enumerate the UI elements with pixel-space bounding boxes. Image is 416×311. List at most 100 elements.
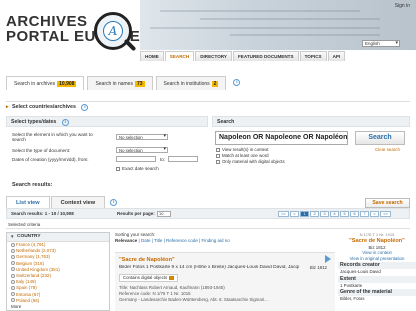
- tab-search-archives[interactable]: Search in archives 10,908: [6, 76, 85, 90]
- facet-header[interactable]: ▼ COUNTRY: [7, 233, 109, 242]
- info-icon[interactable]: i: [233, 79, 241, 86]
- tab-label: Search in names: [95, 80, 133, 87]
- preview-section-value: 1 Postkarte: [340, 282, 363, 288]
- view-original-link[interactable]: View in original presentation: [338, 256, 416, 262]
- results-title: Search results:: [12, 182, 53, 188]
- result-list: Sorting your search: Relevance | Date | …: [115, 232, 335, 311]
- preview-section-value: Jacques-Louis David: [340, 269, 381, 274]
- page-7[interactable]: 7: [360, 211, 369, 217]
- results-toolbar: Search results: 1 - 10 / 10,908 Results …: [6, 208, 410, 219]
- nav-api[interactable]: API: [327, 51, 346, 61]
- count-badge: 10,908: [57, 80, 77, 87]
- preview-section-value: Bilder, Fotos: [340, 296, 365, 301]
- result-description: Bilder Fotos 1 Postkarte 9 x 14 cm (Höhe…: [119, 265, 299, 270]
- facet-title: COUNTRY: [17, 234, 41, 239]
- option-digital-objects[interactable]: Only material with digital objects: [216, 159, 285, 164]
- per-page-select[interactable]: 10: [157, 211, 171, 217]
- nav-featured-documents[interactable]: FEATURED DOCUMENTS: [233, 51, 299, 61]
- date-to-input[interactable]: [168, 156, 198, 162]
- option-view-in-context[interactable]: View result(s) in context: [216, 147, 269, 152]
- per-page-label: Results per page:: [117, 211, 155, 216]
- result-date: Biz 1812: [309, 265, 327, 270]
- language-select[interactable]: English: [362, 40, 400, 47]
- site-header: ARCHIVES PORTAL EUROPE A Sign in English…: [0, 0, 416, 62]
- expand-arrow-icon: ▸: [6, 104, 9, 110]
- page-6[interactable]: 6: [350, 211, 359, 217]
- camera-icon: [169, 275, 175, 280]
- save-search-button[interactable]: Save search: [365, 198, 410, 208]
- search-tabs: Search in archives 10,908 Search in name…: [6, 76, 241, 90]
- show-preview-arrow-icon[interactable]: [325, 255, 331, 263]
- types-panel-title: Select types/dates: [11, 119, 57, 125]
- nav-directory[interactable]: DIRECTORY: [195, 51, 232, 61]
- count-badge: 73: [134, 80, 145, 87]
- tab-context-view[interactable]: Context view: [50, 196, 106, 208]
- preview-section-label: Genre of the material: [338, 289, 416, 296]
- checkbox[interactable]: [216, 153, 220, 158]
- digital-label: Contains digital objects: [123, 275, 168, 280]
- info-icon[interactable]: i: [110, 199, 118, 206]
- result-meta-ref: Reference code: N 1/76 T 1 Nr. 1015: [119, 291, 191, 296]
- page-3[interactable]: 3: [320, 211, 329, 217]
- tab-list-view[interactable]: List view: [6, 196, 50, 208]
- search-panel-title: Search: [217, 119, 235, 125]
- selected-criteria: Selected criteria: [8, 222, 41, 227]
- view-tabs: List view Context view i: [6, 196, 118, 208]
- search-panel-header: Search: [212, 116, 410, 127]
- page-1[interactable]: 1: [300, 211, 309, 217]
- result-title[interactable]: "Sacre de Napoléon": [119, 257, 175, 263]
- nav-topics[interactable]: TOPICS: [299, 51, 327, 61]
- page-4[interactable]: 4: [330, 211, 339, 217]
- exact-date-checkbox[interactable]: [116, 166, 120, 171]
- country-facet: ▼ COUNTRY France (4,791) Netherlands (2,…: [6, 232, 110, 311]
- exact-date-option[interactable]: Exact date search: [116, 166, 159, 171]
- tab-label: Search in archives: [14, 80, 56, 87]
- nav-search[interactable]: SEARCH: [164, 51, 195, 61]
- result-meta-place: Germany - Landesarchiv Baden-Württemberg…: [119, 297, 268, 302]
- tab-search-names[interactable]: Search in names 73: [87, 76, 153, 90]
- digital-objects-button[interactable]: Contains digital objects: [119, 274, 179, 282]
- main-nav: HOME SEARCH DIRECTORY FEATURED DOCUMENTS…: [140, 51, 346, 61]
- clear-search-link[interactable]: Clear search: [375, 147, 400, 152]
- element-label: Select the element in which you want to …: [12, 132, 93, 142]
- preview-title: "Sacre de Napoléon": [349, 237, 405, 244]
- sort-options: Relevance | Date | Title | Reference cod…: [115, 238, 335, 244]
- dates-label: Dates of creation (yyyy/mm/dd), from:: [12, 157, 89, 162]
- page-prev[interactable]: <: [290, 211, 299, 217]
- magnifier-logo-icon: A: [94, 12, 137, 52]
- doc-type-select[interactable]: No selection: [116, 147, 168, 153]
- nav-home[interactable]: HOME: [140, 51, 164, 61]
- checkbox[interactable]: [216, 147, 220, 152]
- page-next[interactable]: >: [370, 211, 379, 217]
- search-input[interactable]: Napoleon OR Napoleone OR Napoléon: [215, 131, 348, 145]
- checkbox[interactable]: [216, 159, 220, 164]
- info-icon[interactable]: i: [61, 119, 69, 126]
- preview-section-label: Extent: [338, 275, 416, 283]
- element-select[interactable]: No selection: [116, 134, 168, 140]
- results-summary: Search results: 1 - 10 / 10,908: [11, 211, 74, 216]
- page-first[interactable]: <<: [278, 211, 289, 217]
- preview-section-label: Records creator: [338, 262, 416, 269]
- sort-other-options[interactable]: | Date | Title | Reference code | Findin…: [139, 238, 230, 243]
- facet-more-link[interactable]: More: [7, 304, 109, 310]
- page-2[interactable]: 2: [310, 211, 319, 217]
- doc-type-label: Select the type of document:: [12, 148, 71, 153]
- sort-relevance[interactable]: Relevance: [115, 238, 137, 243]
- select-countries-toggle[interactable]: ▸ Select countries/archives i: [6, 101, 410, 112]
- divider: [6, 228, 410, 229]
- page-5[interactable]: 5: [340, 211, 349, 217]
- select-countries-label: Select countries/archives: [12, 104, 76, 110]
- tab-search-institutions[interactable]: Search in institutions 2: [155, 76, 227, 90]
- collapse-icon: ▼: [10, 234, 15, 239]
- result-meta-title: Title: Nachlass Robert Arnaud, Kaufmann …: [119, 285, 225, 290]
- info-icon[interactable]: i: [81, 104, 89, 111]
- option-match-one-word[interactable]: Match at least one word: [216, 153, 269, 158]
- search-button[interactable]: Search: [355, 131, 405, 145]
- date-from-input[interactable]: [116, 156, 156, 162]
- tab-label: Search in institutions: [163, 80, 210, 87]
- sign-in-link[interactable]: Sign in: [395, 3, 410, 9]
- types-panel-header: Select types/dates i: [6, 116, 208, 127]
- date-to-label: to:: [160, 157, 166, 162]
- page-last[interactable]: >>: [380, 211, 391, 217]
- result-item[interactable]: "Sacre de Napoléon" Biz 1812 Bilder Foto…: [115, 252, 335, 311]
